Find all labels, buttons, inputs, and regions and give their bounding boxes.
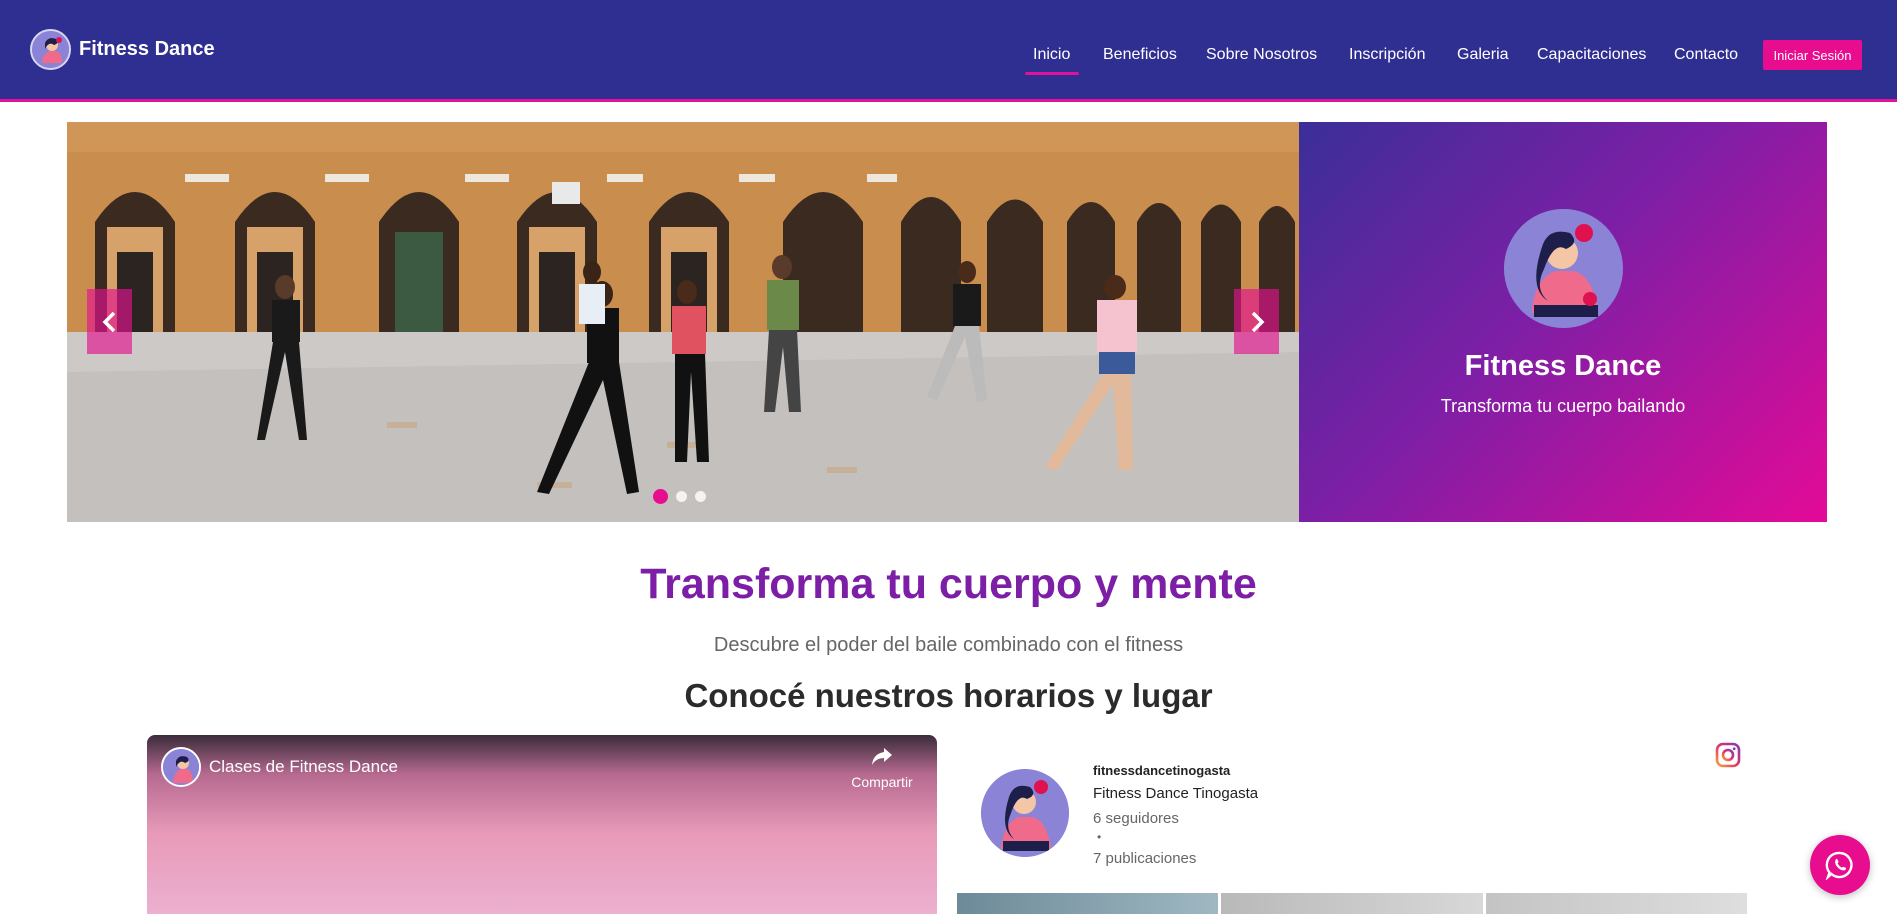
instagram-post-thumb[interactable]	[1221, 893, 1483, 914]
page-subtitle: Descubre el poder del baile combinado co…	[713, 634, 1184, 656]
schedule-title: Conocé nuestros horarios y lugar	[684, 677, 1213, 714]
instagram-posts-count: 7 publicaciones	[1093, 850, 1197, 867]
hero-photo	[67, 122, 1299, 522]
whatsapp-button[interactable]	[1810, 835, 1870, 895]
video-player[interactable]: Clases de Fitness Dance Compartir	[147, 735, 937, 914]
nav-item-inicio[interactable]: Inicio	[1033, 46, 1070, 64]
carousel-prev-button[interactable]	[87, 289, 132, 354]
instagram-post-grid	[957, 893, 1747, 914]
instagram-avatar[interactable]	[981, 769, 1069, 857]
instagram-logo[interactable]	[1715, 742, 1741, 773]
carousel-indicators	[653, 489, 706, 504]
whatsapp-icon	[1825, 851, 1853, 880]
share-icon	[872, 748, 892, 765]
carousel-dot-2[interactable]	[676, 491, 687, 502]
nav-item-capacitaciones[interactable]: Capacitaciones	[1537, 46, 1646, 64]
hero: Fitness Dance Transforma tu cuerpo baila…	[67, 122, 1827, 522]
panel-subtitle: Transforma tu cuerpo bailando	[1440, 396, 1686, 416]
login-button[interactable]: Iniciar Sesión	[1763, 40, 1862, 70]
hero-carousel	[67, 122, 1299, 522]
carousel-dot-1[interactable]	[653, 489, 668, 504]
instagram-username[interactable]: fitnessdancetinogasta	[1093, 763, 1230, 778]
chevron-right-icon	[1251, 311, 1264, 332]
chevron-left-icon	[102, 311, 115, 332]
nav-item-beneficios[interactable]: Beneficios	[1103, 46, 1177, 64]
nav-item-sobre-nosotros[interactable]: Sobre Nosotros	[1206, 46, 1317, 64]
video-title[interactable]: Clases de Fitness Dance	[209, 757, 398, 777]
navbar: Fitness Dance Inicio Beneficios Sobre No…	[0, 0, 1897, 102]
instagram-followers: 6 seguidores	[1093, 810, 1179, 827]
panel-logo	[1504, 209, 1623, 328]
video-share-button[interactable]: Compartir	[847, 747, 917, 790]
video-share-label: Compartir	[851, 774, 913, 790]
instagram-icon	[1715, 742, 1741, 768]
video-channel-avatar[interactable]	[161, 747, 201, 787]
nav-item-contacto[interactable]: Contacto	[1674, 46, 1738, 64]
page-title: Transforma tu cuerpo y mente	[640, 560, 1257, 608]
hero-brand-panel: Fitness Dance Transforma tu cuerpo baila…	[1299, 122, 1827, 522]
panel-title: Fitness Dance	[1464, 350, 1662, 382]
instagram-separator: •	[1097, 830, 1102, 844]
instagram-embed: fitnessdancetinogasta Fitness Dance Tino…	[957, 735, 1747, 914]
carousel-next-button[interactable]	[1234, 289, 1279, 354]
instagram-post-thumb[interactable]	[1485, 893, 1747, 914]
carousel-dot-3[interactable]	[695, 491, 706, 502]
nav-item-inscripcion[interactable]: Inscripción	[1349, 46, 1425, 64]
main-nav: Inicio Beneficios Sobre Nosotros Inscrip…	[0, 40, 1897, 70]
instagram-display-name: Fitness Dance Tinogasta	[1093, 785, 1259, 802]
active-nav-indicator	[1025, 72, 1079, 75]
instagram-post-thumb[interactable]	[957, 893, 1219, 914]
nav-item-galeria[interactable]: Galeria	[1457, 46, 1509, 64]
